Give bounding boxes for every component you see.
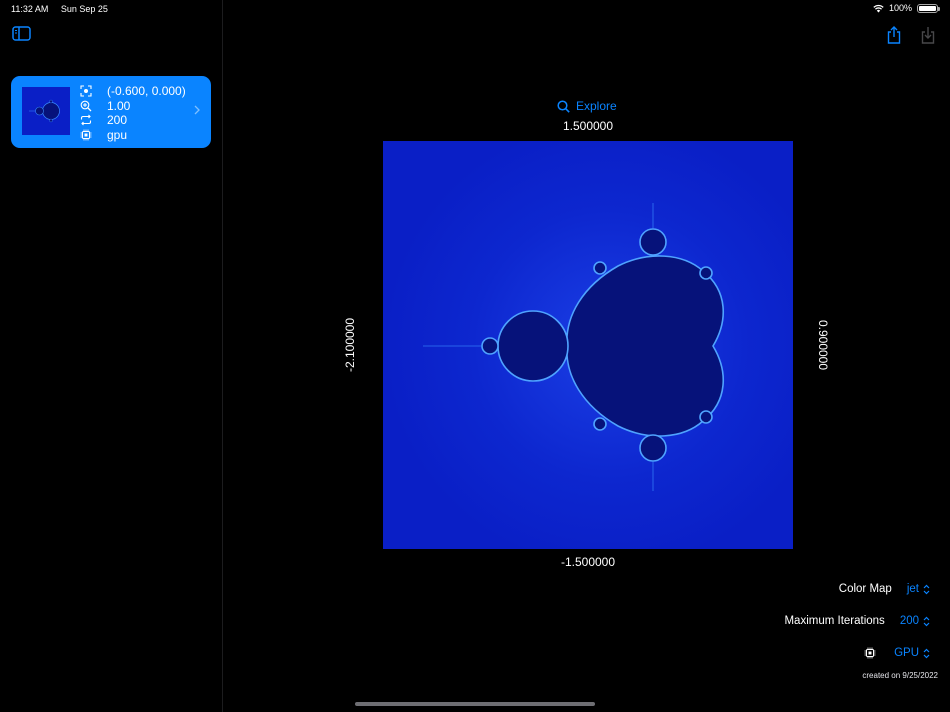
max-iterations-row: Maximum Iterations 200	[784, 615, 930, 627]
wifi-icon	[873, 4, 884, 12]
color-map-select[interactable]: jet	[907, 583, 930, 595]
chevron-right-icon	[194, 105, 200, 115]
item-details: (-0.600, 0.000) 1.00 200 gpu	[79, 84, 186, 142]
axis-top-label: 1.500000	[562, 119, 614, 133]
explore-button[interactable]: Explore	[557, 99, 617, 113]
created-date: created on 9/25/2022	[862, 671, 938, 680]
color-map-value: jet	[906, 583, 919, 595]
max-iterations-label: Maximum Iterations	[784, 615, 885, 627]
color-map-row: Color Map jet	[839, 583, 930, 595]
toolbar	[886, 26, 936, 44]
axis-right-label: 0.900000	[816, 319, 830, 371]
fractal-canvas[interactable]	[383, 141, 793, 549]
device-value: GPU	[894, 647, 919, 659]
magnify-icon	[79, 100, 93, 112]
item-zoom-row: 1.00	[79, 99, 186, 114]
share-icon[interactable]	[886, 26, 902, 44]
updown-chevron-icon	[923, 616, 930, 626]
item-zoom: 1.00	[107, 98, 131, 113]
battery-icon	[917, 3, 940, 13]
explore-label: Explore	[576, 99, 617, 113]
axis-bottom-label: -1.500000	[560, 555, 616, 569]
item-device: gpu	[107, 127, 128, 142]
color-map-label: Color Map	[838, 583, 892, 595]
sidebar: (-0.600, 0.000) 1.00 200 gpu	[0, 0, 223, 712]
fractal-thumbnail	[22, 87, 70, 135]
sidebar-item-fractal[interactable]: (-0.600, 0.000) 1.00 200 gpu	[11, 76, 211, 148]
updown-chevron-icon	[923, 648, 930, 658]
device-select[interactable]: GPU	[894, 647, 930, 659]
crosshair-icon	[79, 85, 93, 97]
repeat-icon	[79, 114, 93, 126]
device-row: GPU	[864, 647, 930, 659]
item-device-row: gpu	[79, 128, 186, 143]
axis-left-label: -2.100000	[343, 317, 357, 373]
status-right: 100%	[873, 3, 940, 13]
search-icon	[557, 99, 570, 113]
chip-icon	[864, 647, 876, 659]
chip-icon	[79, 129, 93, 141]
item-center: (-0.600, 0.000)	[107, 84, 186, 99]
item-iterations-row: 200	[79, 113, 186, 128]
updown-chevron-icon	[923, 584, 930, 594]
max-iterations-select[interactable]: 200	[900, 615, 930, 627]
sidebar-toggle-icon[interactable]	[12, 26, 31, 41]
item-iterations: 200	[107, 113, 128, 128]
home-indicator[interactable]	[355, 702, 595, 706]
battery-percent: 100%	[888, 3, 912, 13]
battery-fill	[919, 5, 936, 11]
item-center-row: (-0.600, 0.000)	[79, 84, 186, 99]
download-icon[interactable]	[920, 26, 936, 44]
max-iterations-value: 200	[899, 615, 919, 627]
